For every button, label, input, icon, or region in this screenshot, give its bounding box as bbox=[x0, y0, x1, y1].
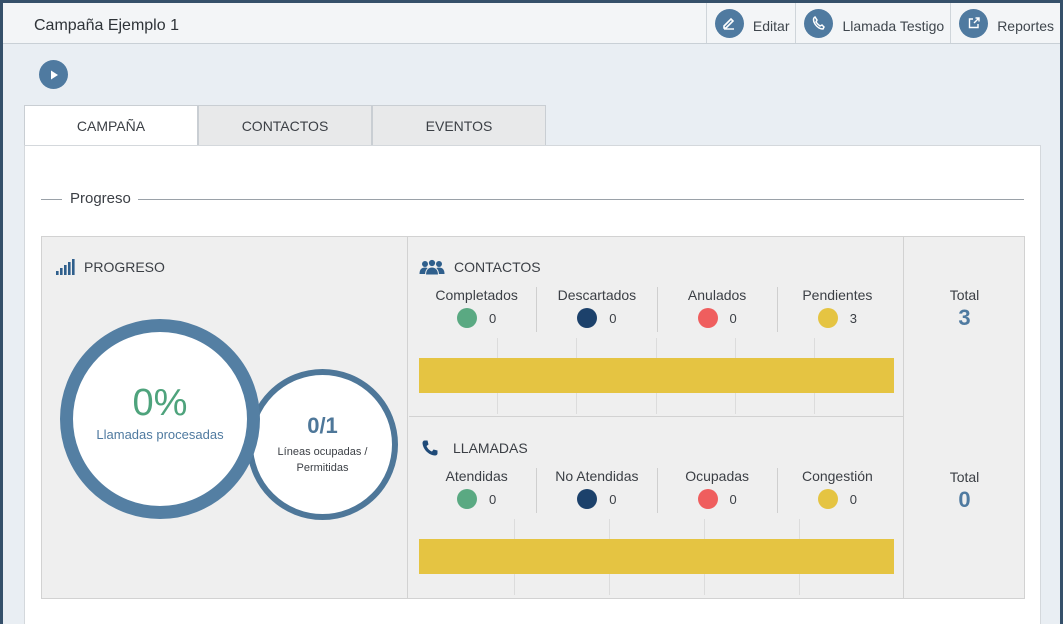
contacts-section: CONTACTOS Completados 0 Descartados 0 An… bbox=[409, 237, 904, 417]
stat-value: 0 bbox=[609, 310, 617, 326]
stat-value: 0 bbox=[489, 491, 497, 507]
stat-value: 3 bbox=[849, 310, 857, 326]
calls-bar-chart bbox=[419, 519, 894, 595]
calls-total: Total 0 bbox=[905, 469, 1024, 513]
status-dot bbox=[577, 308, 598, 328]
stat-atendidas: Atendidas 0 bbox=[417, 468, 538, 513]
progress-percent: 0% bbox=[132, 382, 188, 424]
progress-ring: 0% Llamadas procesadas bbox=[60, 319, 260, 519]
action-bar: Editar Llamada Testigo Reportes bbox=[705, 3, 1060, 43]
contacts-stats: Completados 0 Descartados 0 Anulados 0 P… bbox=[417, 287, 897, 332]
witness-call-button[interactable]: Llamada Testigo bbox=[795, 3, 950, 43]
stat-descartados: Descartados 0 bbox=[537, 287, 658, 332]
lines-ratio: 0/1 bbox=[307, 413, 338, 438]
stat-value: 0 bbox=[729, 491, 737, 507]
lines-ring: 0/1 Líneas ocupadas / Permitidas bbox=[247, 369, 398, 520]
progress-column: PROGRESO 0/1 Líneas ocupadas / Permitida… bbox=[42, 237, 408, 598]
witness-call-label: Llamada Testigo bbox=[842, 18, 945, 34]
section-divider-right bbox=[138, 199, 1024, 200]
stat-value: 0 bbox=[609, 491, 617, 507]
status-dot bbox=[817, 489, 838, 509]
total-label: Total bbox=[949, 469, 980, 485]
play-icon bbox=[50, 70, 58, 79]
users-icon bbox=[419, 259, 445, 275]
status-dot bbox=[697, 489, 718, 509]
section-divider-left bbox=[41, 199, 62, 200]
stat-value: 0 bbox=[849, 491, 857, 507]
stat-anulados: Anulados 0 bbox=[658, 287, 778, 332]
status-dot bbox=[457, 308, 477, 328]
stat-name: Atendidas bbox=[445, 468, 508, 484]
stat-value: 0 bbox=[729, 310, 737, 326]
progress-percent-label: Llamadas procesadas bbox=[96, 427, 224, 442]
stat-congestion: Congestión 0 bbox=[778, 468, 897, 513]
stat-name: Anulados bbox=[687, 287, 747, 303]
stat-pendientes: Pendientes 3 bbox=[778, 287, 897, 332]
contacts-bar-chart bbox=[419, 338, 894, 414]
stat-name: Completados bbox=[435, 287, 518, 303]
campaign-title: Campaña Ejemplo 1 bbox=[34, 17, 179, 34]
reports-label: Reportes bbox=[997, 18, 1054, 34]
top-bar: Campaña Ejemplo 1 Editar Llamada Testigo… bbox=[3, 3, 1060, 44]
phone-icon bbox=[421, 439, 439, 457]
status-dot bbox=[457, 489, 477, 509]
tab-contacts[interactable]: CONTACTOS bbox=[198, 105, 372, 146]
stat-completados: Completados 0 bbox=[417, 287, 538, 332]
contacts-header-label: CONTACTOS bbox=[454, 259, 541, 275]
status-dot bbox=[817, 308, 838, 328]
stat-name: No Atendidas bbox=[555, 468, 639, 484]
campaign-panel: Progreso PROGRESO 0/1 Líneas ocupadas / … bbox=[24, 145, 1041, 624]
calls-section: LLAMADAS Atendidas 0 No Atendidas 0 Ocup… bbox=[409, 418, 904, 598]
stat-name: Pendientes bbox=[802, 287, 873, 303]
stat-name: Descartados bbox=[557, 287, 637, 303]
tab-events[interactable]: EVENTOS bbox=[372, 105, 546, 146]
stats-box: PROGRESO 0/1 Líneas ocupadas / Permitida… bbox=[41, 236, 1025, 599]
contacts-header: CONTACTOS bbox=[419, 259, 541, 275]
play-button[interactable] bbox=[39, 60, 68, 89]
calls-stats: Atendidas 0 No Atendidas 0 Ocupadas 0 Co… bbox=[417, 468, 897, 513]
section-title: Progreso bbox=[70, 190, 131, 207]
phone-icon bbox=[804, 8, 834, 38]
lines-label: Líneas ocupadas / Permitidas bbox=[277, 446, 368, 474]
edit-label: Editar bbox=[752, 18, 790, 34]
calls-bar bbox=[419, 539, 894, 574]
counters-column: CONTACTOS Completados 0 Descartados 0 An… bbox=[409, 237, 904, 598]
signal-bars-icon bbox=[55, 259, 75, 275]
tab-bar: CAMPAÑA CONTACTOS EVENTOS bbox=[24, 105, 546, 146]
calls-header-label: LLAMADAS bbox=[453, 440, 528, 456]
stat-value: 0 bbox=[489, 310, 497, 326]
tab-campaign[interactable]: CAMPAÑA bbox=[24, 105, 198, 146]
status-dot bbox=[577, 489, 598, 509]
reports-button[interactable]: Reportes bbox=[950, 3, 1060, 43]
stat-no-atendidas: No Atendidas 0 bbox=[537, 468, 658, 513]
contacts-total: Total 3 bbox=[905, 287, 1024, 331]
total-label: Total bbox=[949, 287, 980, 303]
progress-header-label: PROGRESO bbox=[84, 259, 165, 275]
status-dot bbox=[697, 308, 718, 328]
total-value: 3 bbox=[958, 305, 971, 330]
external-link-icon bbox=[959, 8, 989, 38]
edit-button[interactable]: Editar bbox=[705, 3, 796, 43]
stat-name: Congestión bbox=[801, 468, 873, 484]
stat-ocupadas: Ocupadas 0 bbox=[658, 468, 778, 513]
pencil-icon bbox=[714, 8, 744, 38]
totals-column: Total 3 Total 0 bbox=[905, 237, 1024, 598]
calls-header: LLAMADAS bbox=[421, 439, 528, 457]
progress-header: PROGRESO bbox=[55, 259, 165, 275]
stat-name: Ocupadas bbox=[685, 468, 750, 484]
total-value: 0 bbox=[958, 487, 971, 512]
pending-bar bbox=[419, 358, 894, 393]
